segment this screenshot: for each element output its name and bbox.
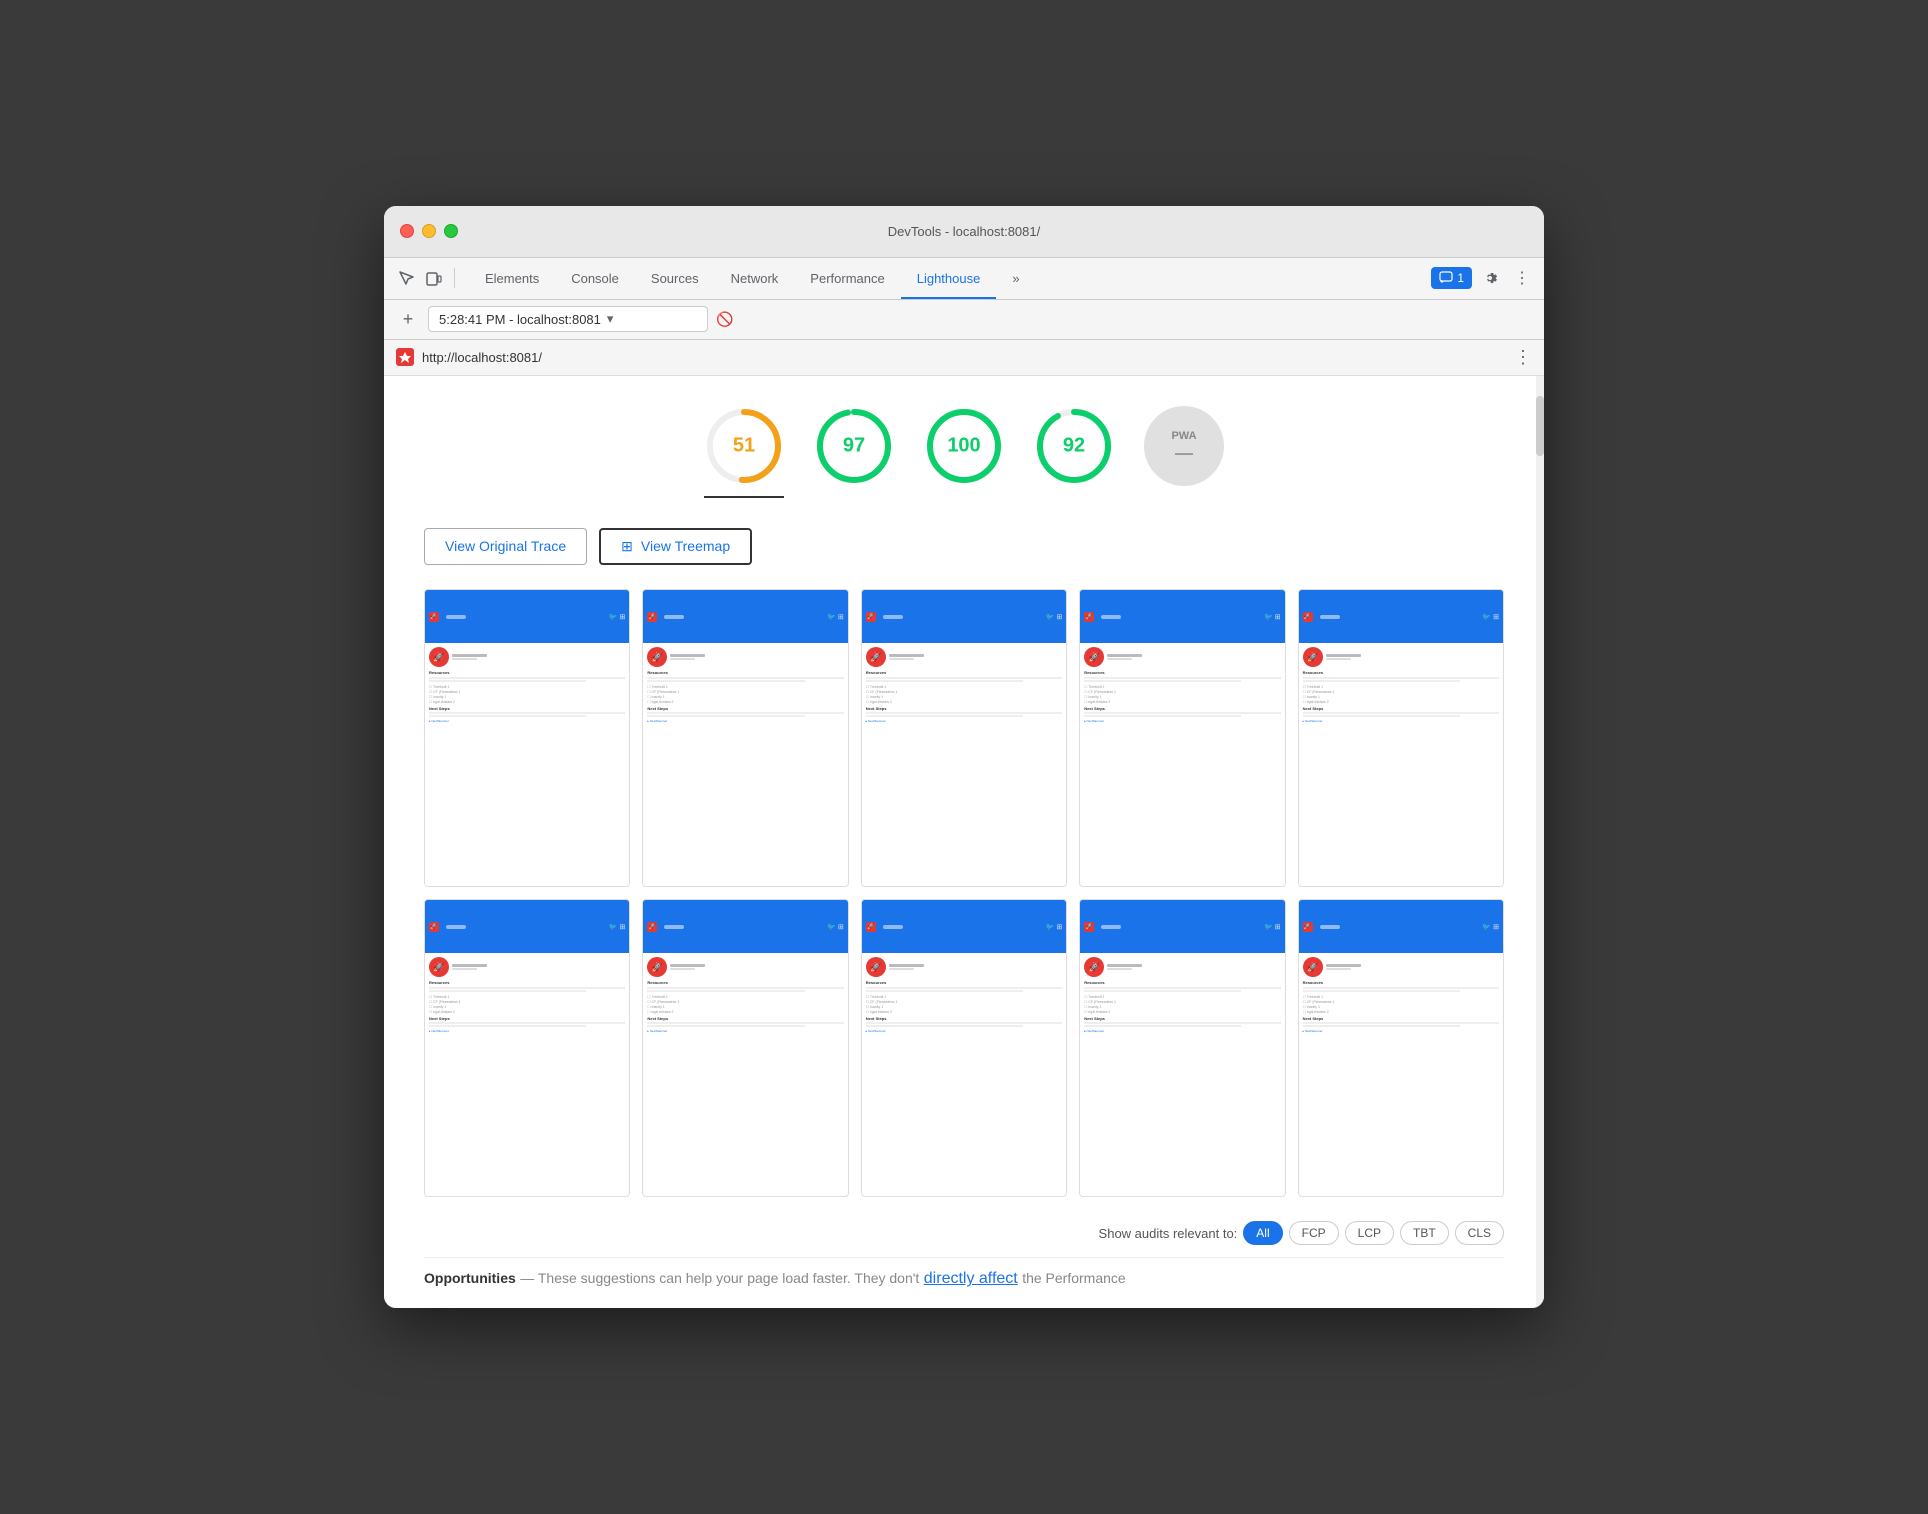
filter-fcp-button[interactable]: FCP (1289, 1221, 1339, 1245)
url-bar: + 5:28:41 PM - localhost:8081 ▾ 🚫 (384, 300, 1544, 340)
score-circle-pwa: PWA — (1144, 406, 1224, 486)
score-value-seo: 92 (1063, 434, 1085, 457)
block-icon[interactable]: 🚫 (716, 311, 733, 328)
window-title: DevTools - localhost:8081/ (888, 224, 1040, 239)
score-value-performance: 51 (733, 434, 755, 457)
toolbar-separator (454, 268, 455, 288)
window-controls (400, 224, 458, 238)
filter-lcp-button[interactable]: LCP (1345, 1221, 1394, 1245)
score-circle-performance: 51 (704, 406, 784, 486)
devtools-window: DevTools - localhost:8081/ Elements Cons… (384, 206, 1544, 1308)
screenshot-grid: 🚀 🐦 ⊞ 🚀 Resources ☐ Treebu (424, 589, 1504, 1197)
score-circle-seo: 92 (1034, 406, 1114, 486)
tab-console[interactable]: Console (555, 258, 635, 299)
url-input[interactable]: 5:28:41 PM - localhost:8081 ▾ (428, 306, 708, 332)
score-pwa: PWA — (1144, 406, 1224, 498)
inspector-url: http://localhost:8081/ (422, 350, 1506, 365)
filter-cls-button[interactable]: CLS (1455, 1221, 1504, 1245)
add-icon[interactable]: + (396, 307, 420, 331)
filter-all-button[interactable]: All (1243, 1221, 1282, 1245)
audit-filter: Show audits relevant to: All FCP LCP TBT… (424, 1221, 1504, 1245)
screenshot-thumb: 🚀 🐦 ⊞ 🚀 Resources ☐ Treebu (1298, 589, 1504, 887)
opportunities-separator: — (520, 1270, 538, 1286)
chat-button[interactable]: 1 (1431, 267, 1472, 289)
toolbar-right: 1 ⋮ (1431, 264, 1536, 292)
view-treemap-button[interactable]: ⊞ View Treemap (599, 528, 752, 565)
screenshot-thumb: 🚀 🐦 ⊞ 🚀 Resources ☐ Treebu (424, 899, 630, 1197)
tab-performance[interactable]: Performance (794, 258, 900, 299)
score-circle-accessibility: 97 (814, 406, 894, 486)
treemap-icon: ⊞ (621, 538, 633, 555)
screenshot-thumb: 🚀 🐦 ⊞ 🚀 Resources ☐ Treebu (861, 899, 1067, 1197)
opportunities-title: Opportunities (424, 1270, 516, 1286)
devtools-menu-icon[interactable]: ⋮ (1508, 264, 1536, 292)
device-toggle-icon[interactable] (420, 264, 448, 292)
inspector-panel: http://localhost:8081/ ⋮ 51 (384, 340, 1544, 1308)
scrollbar-thumb[interactable] (1536, 396, 1544, 456)
screenshot-thumb: 🚀 🐦 ⊞ 🚀 Resources ☐ Treebu (861, 589, 1067, 887)
lighthouse-logo-icon (396, 348, 414, 366)
view-original-trace-button[interactable]: View Original Trace (424, 528, 587, 565)
tab-network[interactable]: Network (715, 258, 795, 299)
inspector-menu-icon[interactable]: ⋮ (1514, 347, 1532, 368)
score-circle-best-practices: 100 (924, 406, 1004, 486)
close-button[interactable] (400, 224, 414, 238)
main-content: 51 97 (384, 376, 1544, 1308)
scrollbar-track (1536, 376, 1544, 1308)
settings-icon[interactable] (1476, 264, 1504, 292)
screenshot-thumb: 🚀 🐦 ⊞ 🚀 Resources ☐ Treebu (1298, 899, 1504, 1197)
tab-elements[interactable]: Elements (469, 258, 555, 299)
title-bar: DevTools - localhost:8081/ (384, 206, 1544, 258)
opportunities-desc-before: These suggestions can help your page loa… (538, 1270, 919, 1286)
score-value-best-practices: 100 (947, 434, 980, 457)
opportunities-desc-after: the Performance (1022, 1270, 1126, 1286)
screenshot-thumb: 🚀 🐦 ⊞ 🚀 Resources ☐ Treebu (424, 589, 630, 887)
tab-sources[interactable]: Sources (635, 258, 715, 299)
tab-lighthouse[interactable]: Lighthouse (901, 258, 997, 299)
screenshot-thumb: 🚀 🐦 ⊞ 🚀 Resources ☐ Treebu (1079, 589, 1285, 887)
score-best-practices: 100 (924, 406, 1004, 498)
opportunities-section: Opportunities — These suggestions can he… (424, 1257, 1504, 1288)
action-buttons: View Original Trace ⊞ View Treemap (424, 528, 1504, 565)
screenshot-thumb: 🚀 🐦 ⊞ 🚀 Resources ☐ Treebu (642, 899, 848, 1197)
nav-tabs: Elements Console Sources Network Perform… (469, 258, 1036, 299)
maximize-button[interactable] (444, 224, 458, 238)
score-performance: 51 (704, 406, 784, 498)
score-seo: 92 (1034, 406, 1114, 498)
score-value-accessibility: 97 (843, 434, 865, 457)
score-accessibility: 97 (814, 406, 894, 498)
audit-filter-label: Show audits relevant to: (1099, 1226, 1238, 1241)
tab-more[interactable]: » (996, 258, 1035, 299)
opportunities-link[interactable]: directly affect (924, 1270, 1018, 1287)
scores-row: 51 97 (424, 396, 1504, 498)
minimize-button[interactable] (422, 224, 436, 238)
screenshot-thumb: 🚀 🐦 ⊞ 🚀 Resources ☐ Treebu (1079, 899, 1285, 1197)
filter-tbt-button[interactable]: TBT (1400, 1221, 1449, 1245)
score-underline-performance (704, 496, 784, 498)
devtools-toolbar: Elements Console Sources Network Perform… (384, 258, 1544, 300)
screenshot-thumb: 🚀 🐦 ⊞ 🚀 Resources ☐ Treebu (642, 589, 848, 887)
inspect-icon[interactable] (392, 264, 420, 292)
inspector-toolbar: http://localhost:8081/ ⋮ (384, 340, 1544, 376)
